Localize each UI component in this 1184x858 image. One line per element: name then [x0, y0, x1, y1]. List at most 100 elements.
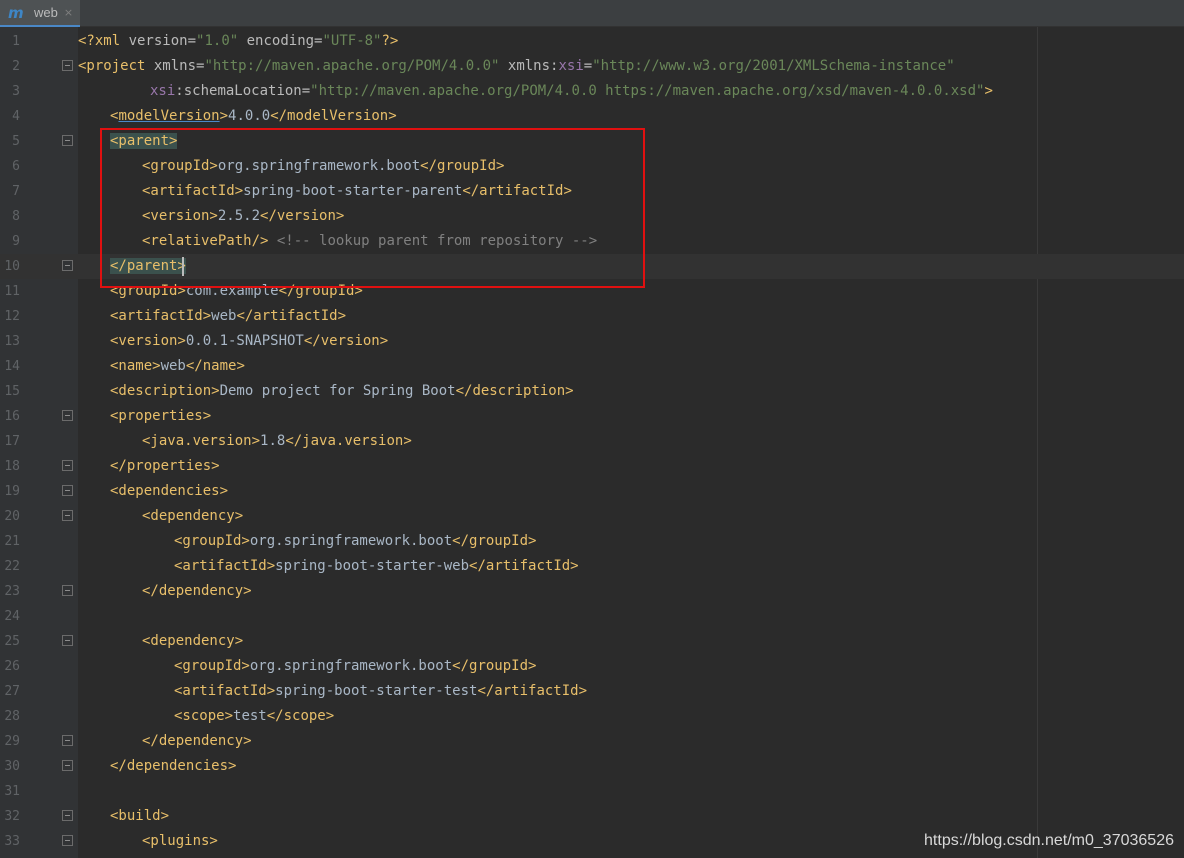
line-number: 16 — [4, 409, 20, 424]
line-number: 20 — [4, 509, 20, 524]
code-line[interactable]: 1 <?xml version="1.0" encoding="UTF-8"?> — [0, 29, 1184, 54]
fold-toggle-icon[interactable] — [62, 510, 73, 521]
line-number: 1 — [12, 34, 20, 49]
line-number: 27 — [4, 684, 20, 699]
code-token: > — [219, 108, 229, 124]
code-line[interactable]: 19 <dependencies> — [0, 479, 1184, 504]
code-text: <groupId>org.springframework.boot</group… — [174, 654, 536, 679]
code-line[interactable]: 26 <groupId>org.springframework.boot</gro… — [0, 654, 1184, 679]
code-line[interactable]: 24 — [0, 604, 1184, 629]
fold-toggle-icon[interactable] — [62, 135, 73, 146]
code-text: <java.version>1.8</java.version> — [142, 429, 412, 454]
code-token: </groupId> — [452, 658, 537, 674]
code-token: > — [984, 83, 993, 99]
fold-toggle-icon[interactable] — [62, 585, 73, 596]
code-line[interactable]: 20 <dependency> — [0, 504, 1184, 529]
line-number: 3 — [12, 84, 20, 99]
code-line[interactable]: 18 </properties> — [0, 454, 1184, 479]
line-number: 2 — [12, 59, 20, 74]
code-token: </dependency> — [142, 583, 252, 599]
code-line[interactable]: 25 <dependency> — [0, 629, 1184, 654]
code-token: version — [128, 33, 188, 49]
code-line[interactable]: 22 <artifactId>spring-boot-starter-web</a… — [0, 554, 1184, 579]
code-line[interactable]: 12 <artifactId>web</artifactId> — [0, 304, 1184, 329]
code-line[interactable]: 32 <build> — [0, 804, 1184, 829]
fold-toggle-icon[interactable] — [62, 260, 73, 271]
code-token: test — [233, 708, 267, 724]
code-text: </dependencies> — [110, 754, 236, 779]
line-number: 12 — [4, 309, 20, 324]
line-number: 22 — [4, 559, 20, 574]
code-token: 0.0.1-SNAPSHOT — [185, 333, 304, 349]
line-number: 7 — [12, 184, 20, 199]
code-token: </groupId> — [452, 533, 537, 549]
fold-toggle-icon[interactable] — [62, 810, 73, 821]
line-number: 15 — [4, 384, 20, 399]
fold-toggle-icon[interactable] — [62, 60, 73, 71]
code-token: </modelVersion> — [270, 108, 397, 124]
code-line[interactable]: 30 </dependencies> — [0, 754, 1184, 779]
code-line[interactable]: 16 <properties> — [0, 404, 1184, 429]
code-line[interactable]: 15 <description>Demo project for Spring B… — [0, 379, 1184, 404]
code-token: <?xml — [78, 33, 129, 49]
line-number: 28 — [4, 709, 20, 724]
fold-toggle-icon[interactable] — [62, 485, 73, 496]
close-icon[interactable]: × — [64, 6, 73, 19]
fold-toggle-icon[interactable] — [62, 460, 73, 471]
fold-toggle-icon[interactable] — [62, 735, 73, 746]
code-token: modelVersion — [118, 108, 220, 124]
fold-toggle-icon[interactable] — [62, 835, 73, 846]
parent-block-highlight — [100, 128, 645, 288]
code-text: <artifactId>web</artifactId> — [110, 304, 346, 329]
fold-toggle-icon[interactable] — [62, 635, 73, 646]
editor-tab-bar: m web × — [0, 0, 1184, 27]
line-number: 8 — [12, 209, 20, 224]
line-number: 26 — [4, 659, 20, 674]
code-token: xmlns — [153, 58, 197, 74]
line-number: 32 — [4, 809, 20, 824]
code-token: <properties> — [110, 408, 212, 424]
code-line[interactable]: 2 <project xmlns = "http://maven.apache.org… — [0, 54, 1184, 79]
code-token: xsi — [558, 58, 584, 74]
code-line[interactable]: 21 <groupId>org.springframework.boot</gro… — [0, 529, 1184, 554]
tab-web[interactable]: m web × — [0, 0, 80, 27]
code-line[interactable]: 17 <java.version>1.8</java.version> — [0, 429, 1184, 454]
code-token: <build> — [110, 808, 170, 824]
code-token: "http://maven.apache.org/POM/4.0.0 https… — [310, 83, 985, 99]
code-token: </artifactId> — [236, 308, 347, 324]
watermark: https://blog.csdn.net/m0_37036526 — [924, 832, 1174, 849]
code-text: </dependency> — [142, 579, 252, 604]
code-token: </scope> — [266, 708, 335, 724]
fold-toggle-icon[interactable] — [62, 760, 73, 771]
code-line[interactable]: 13 <version>0.0.1-SNAPSHOT</version> — [0, 329, 1184, 354]
code-token: "http://maven.apache.org/POM/4.0.0" — [204, 58, 500, 74]
code-line[interactable]: 28 <scope>test</scope> — [0, 704, 1184, 729]
line-number: 5 — [12, 134, 20, 149]
fold-toggle-icon[interactable] — [62, 410, 73, 421]
code-text: <description>Demo project for Spring Boo… — [110, 379, 574, 404]
code-line[interactable]: 31 — [0, 779, 1184, 804]
code-line[interactable]: 23 </dependency> — [0, 579, 1184, 604]
line-number: 23 — [4, 584, 20, 599]
code-text: <plugins> — [142, 829, 218, 854]
code-token: <description> — [110, 383, 220, 399]
code-token: </dependencies> — [110, 758, 237, 774]
code-line[interactable]: 27 <artifactId>spring-boot-starter-test</… — [0, 679, 1184, 704]
code-token: "http://www.w3.org/2001/XMLSchema-instan… — [592, 58, 955, 74]
code-line[interactable]: 14 <name>web</name> — [0, 354, 1184, 379]
code-token: ?> — [381, 33, 399, 49]
code-token: </java.version> — [285, 433, 412, 449]
code-token: "UTF-8" — [322, 33, 382, 49]
code-token: </version> — [303, 333, 389, 349]
code-token: <scope> — [174, 708, 234, 724]
code-token: <version> — [110, 333, 186, 349]
code-editor[interactable]: 1 <?xml version="1.0" encoding="UTF-8"?> 2… — [0, 27, 1184, 858]
code-text: <name>web</name> — [110, 354, 245, 379]
code-line[interactable]: 29 </dependency> — [0, 729, 1184, 754]
code-token: </artifactId> — [469, 558, 579, 574]
code-token: <artifactId> — [174, 558, 276, 574]
line-number: 17 — [4, 434, 20, 449]
line-number: 31 — [4, 784, 20, 799]
code-line[interactable]: 3 xsi:schemaLocation="http://maven.apache… — [0, 79, 1184, 104]
code-line[interactable]: 4 <modelVersion>4.0.0</modelVersion> — [0, 104, 1184, 129]
